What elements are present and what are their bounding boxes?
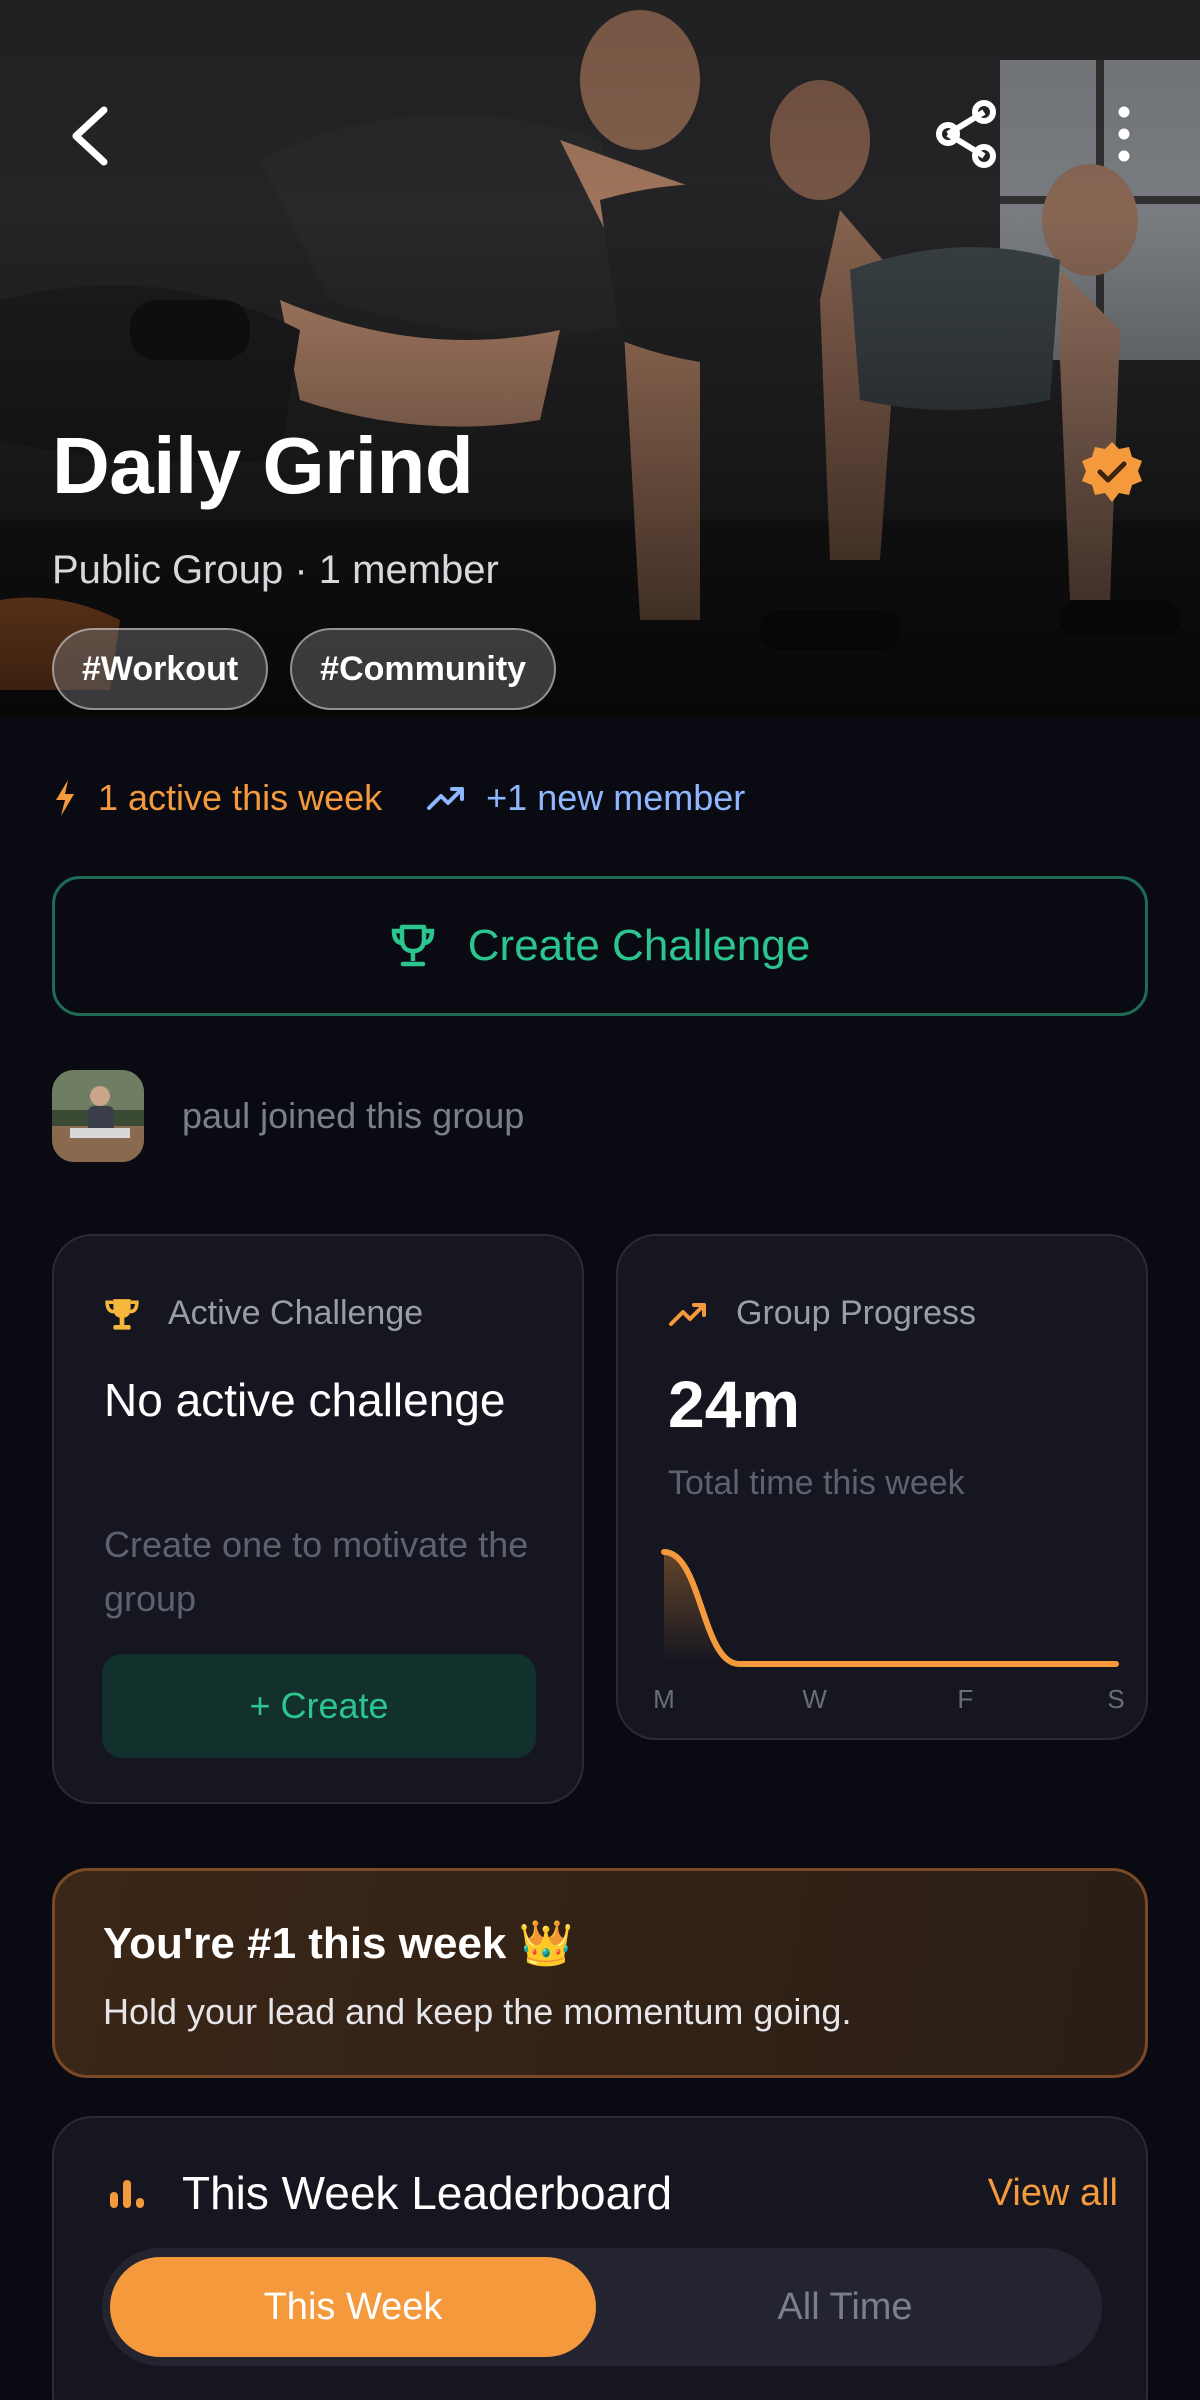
progress-label: Total time this week (668, 1464, 965, 1502)
hero-banner: Daily Grind Public Group · 1 member #Wor… (0, 0, 1200, 718)
back-button[interactable] (56, 96, 124, 176)
leaderboard-title: This Week Leaderboard (182, 2167, 673, 2219)
tag-list: #Workout #Community (52, 628, 557, 710)
more-vertical-icon (1118, 106, 1130, 162)
hero-overlay (0, 0, 1200, 718)
progress-value: 24m (668, 1367, 801, 1441)
trending-up-icon (669, 1302, 706, 1326)
progress-chart: MWFS (653, 1549, 1125, 1714)
activity-item: paul joined this group (52, 1070, 524, 1162)
share-button[interactable] (928, 96, 1004, 172)
group-subtitle: Public Group · 1 member (52, 548, 499, 592)
challenge-subtitle: Create one to motivate the group (104, 1524, 529, 1619)
card-heading: Group Progress (736, 1294, 976, 1332)
card-header: Active Challenge (104, 1294, 423, 1333)
leaderboard-tabs: This Week All Time (102, 2248, 1102, 2366)
share-icon (936, 100, 996, 168)
group-title: Daily Grind (52, 421, 474, 510)
progress-tick-label: M (653, 1684, 675, 1714)
active-stat: 1 active this week (52, 777, 382, 819)
active-stat-label: 1 active this week (98, 777, 383, 818)
leaderboard-card: This Week Leaderboard View all This Week… (52, 2116, 1148, 2400)
trophy-icon (105, 1298, 139, 1330)
progress-series-line (661, 1549, 1119, 1667)
progress-tick-label: S (1107, 1684, 1124, 1714)
tag-chip[interactable]: #Workout (52, 628, 269, 710)
active-challenge-card: Active Challenge No active challenge Cre… (52, 1234, 584, 1804)
tag-chip[interactable]: #Community (290, 628, 557, 710)
trophy-icon (391, 924, 435, 967)
tab-all-time[interactable]: All Time (602, 2257, 1088, 2357)
create-button[interactable]: + Create (102, 1654, 536, 1758)
avatar-image (52, 1070, 144, 1162)
rank-banner: You're #1 this week 👑 Hold your lead and… (52, 1868, 1148, 2078)
progress-tick-label: W (802, 1684, 827, 1714)
view-all-link[interactable]: View all (988, 2172, 1118, 2215)
leaderboard-header: This Week Leaderboard (108, 2166, 672, 2220)
create-challenge-label: Create Challenge (467, 921, 811, 970)
avatar[interactable] (52, 1070, 144, 1162)
chevron-left-icon (72, 106, 108, 166)
rank-subtitle: Hold your lead and keep the momentum goi… (103, 1991, 852, 2032)
bar-chart-icon (110, 2180, 144, 2208)
trending-up-icon (427, 787, 465, 810)
lightning-icon (56, 780, 74, 816)
progress-area (664, 1552, 1116, 1664)
tab-this-week[interactable]: This Week (110, 2257, 596, 2357)
card-heading: Active Challenge (168, 1294, 424, 1332)
more-options-button[interactable] (1104, 96, 1144, 172)
group-progress-card[interactable]: Group Progress 24m Total time this week … (616, 1234, 1148, 1740)
challenge-title: No active challenge (104, 1374, 506, 1426)
new-member-stat-label: +1 new member (486, 777, 746, 818)
activity-text: paul joined this group (182, 1095, 525, 1136)
weekly-stats: 1 active this week +1 new member (52, 772, 745, 824)
verified-badge-icon (1082, 442, 1142, 502)
create-challenge-button[interactable]: Create Challenge (52, 876, 1148, 1016)
rank-title: You're #1 this week 👑 (103, 1919, 574, 1968)
new-member-stat: +1 new member (426, 777, 745, 819)
progress-tick-label: F (957, 1684, 973, 1714)
card-header: Group Progress (668, 1294, 976, 1333)
